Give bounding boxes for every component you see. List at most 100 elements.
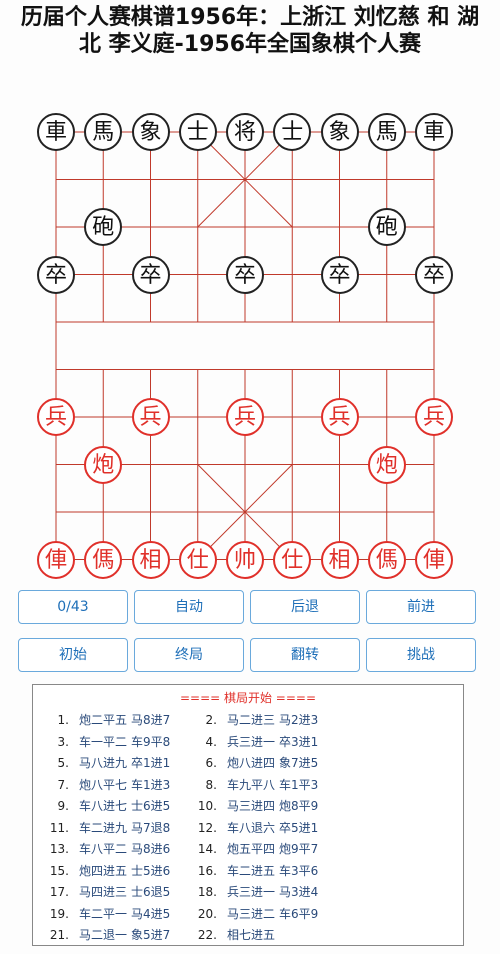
black-move[interactable]: 卒5进1	[279, 821, 318, 835]
move-entry[interactable]: 1. 炮二平五 马8进7	[47, 711, 171, 728]
flip-button[interactable]: 翻转	[250, 638, 360, 672]
red-piece[interactable]: 相	[131, 540, 170, 579]
black-move[interactable]: 士5进6	[131, 864, 170, 878]
black-move[interactable]: 车1平3	[279, 778, 318, 792]
black-piece[interactable]: 砲	[367, 208, 406, 246]
black-move[interactable]: 卒3进1	[279, 735, 318, 749]
black-move[interactable]: 车1进3	[131, 778, 170, 792]
move-entry[interactable]: 10. 马三进四 炮8平9	[195, 797, 318, 814]
red-piece[interactable]: 仕	[273, 540, 312, 579]
black-move[interactable]: 士6退5	[131, 885, 170, 899]
red-move[interactable]: 相七进五	[227, 926, 279, 943]
back-button[interactable]: 后退	[250, 590, 360, 624]
red-move[interactable]: 车九平八	[227, 776, 279, 793]
red-piece[interactable]: 相	[320, 540, 359, 579]
red-piece[interactable]: 兵	[226, 398, 264, 436]
forward-button[interactable]: 前进	[366, 590, 476, 624]
red-piece[interactable]: 兵	[415, 398, 453, 436]
move-entry[interactable]: 20. 马三进二 车6平9	[195, 905, 318, 922]
black-piece[interactable]: 士	[273, 113, 312, 151]
black-piece[interactable]: 卒	[226, 255, 264, 294]
red-piece[interactable]: 俥	[37, 540, 75, 579]
red-piece[interactable]: 仕	[178, 540, 217, 579]
red-move[interactable]: 炮八进四	[227, 754, 279, 771]
red-move[interactable]: 炮五平四	[227, 840, 279, 857]
end-button[interactable]: 终局	[134, 638, 244, 672]
black-piece[interactable]: 馬	[84, 113, 123, 151]
black-piece[interactable]: 象	[320, 113, 359, 151]
black-move[interactable]: 象7进5	[279, 756, 318, 770]
move-entry[interactable]: 8. 车九平八 车1平3	[195, 776, 319, 793]
move-entry[interactable]: 22. 相七进五	[195, 926, 279, 943]
red-move[interactable]: 炮八平七	[79, 776, 131, 793]
red-move[interactable]: 马二退一	[79, 926, 131, 943]
black-move[interactable]: 车9平8	[131, 735, 170, 749]
red-move[interactable]: 马八进九	[79, 754, 131, 771]
move-entry[interactable]: 2. 马二进三 马2进3	[195, 711, 319, 728]
black-piece[interactable]: 車	[37, 113, 75, 151]
move-entry[interactable]: 4. 兵三进一 卒3进1	[195, 733, 319, 750]
black-piece[interactable]: 砲	[84, 208, 123, 246]
black-move[interactable]: 马2进3	[279, 713, 318, 727]
move-entry[interactable]: 9. 车八进七 士6进5	[47, 797, 171, 814]
black-move[interactable]: 炮9平7	[279, 842, 318, 856]
red-move[interactable]: 车八退六	[227, 819, 279, 836]
red-move[interactable]: 车二平一	[79, 905, 131, 922]
red-piece[interactable]: 兵	[131, 398, 170, 436]
move-entry[interactable]: 13. 车八平二 马8进6	[47, 840, 170, 857]
red-piece[interactable]: 炮	[84, 445, 123, 484]
red-move[interactable]: 马二进三	[227, 711, 279, 728]
move-entry[interactable]: 17. 马四进三 士6退5	[47, 883, 170, 900]
move-entry[interactable]: 21. 马二退一 象5进7	[47, 926, 170, 943]
move-entry[interactable]: 19. 车二平一 马4进5	[47, 905, 170, 922]
move-entry[interactable]: 7. 炮八平七 车1进3	[47, 776, 171, 793]
move-log[interactable]: ==== 棋局开始 ==== 1. 炮二平五 马8进7 2. 马二进三 马2进3 3. 车一平…	[32, 684, 464, 946]
xiangqi-board[interactable]: 車馬象士将士象馬車砲砲卒卒卒卒卒兵兵兵兵兵炮炮俥傌相仕帅仕相傌俥	[0, 100, 500, 580]
move-entry[interactable]: 15. 炮四进五 士5进6	[47, 862, 170, 879]
red-move[interactable]: 炮四进五	[79, 862, 131, 879]
move-entry[interactable]: 18. 兵三进一 马3进4	[195, 883, 318, 900]
black-move[interactable]: 车6平9	[279, 907, 318, 921]
red-piece[interactable]: 傌	[367, 540, 406, 579]
black-piece[interactable]: 卒	[415, 255, 453, 294]
black-piece[interactable]: 卒	[320, 255, 359, 294]
black-piece[interactable]: 卒	[37, 255, 75, 294]
red-move[interactable]: 车二进九	[79, 819, 131, 836]
black-move[interactable]: 马4进5	[131, 907, 170, 921]
black-move[interactable]: 车3平6	[279, 864, 318, 878]
red-move[interactable]: 炮二平五	[79, 711, 131, 728]
red-move[interactable]: 兵三进一	[227, 883, 279, 900]
black-piece[interactable]: 士	[178, 113, 217, 151]
auto-play-button[interactable]: 自动	[134, 590, 244, 624]
black-move[interactable]: 马7退8	[131, 821, 170, 835]
red-piece[interactable]: 俥	[415, 540, 453, 579]
red-piece[interactable]: 帅	[226, 540, 264, 579]
black-move[interactable]: 炮8平9	[279, 799, 318, 813]
black-move[interactable]: 马8进7	[131, 713, 170, 727]
red-move[interactable]: 马三进四	[227, 797, 279, 814]
black-piece[interactable]: 車	[415, 113, 453, 151]
black-piece[interactable]: 将	[226, 113, 264, 151]
move-counter-button[interactable]: 0/43	[18, 590, 128, 624]
move-entry[interactable]: 16. 车二进五 车3平6	[195, 862, 318, 879]
move-entry[interactable]: 14. 炮五平四 炮9平7	[195, 840, 318, 857]
black-piece[interactable]: 象	[131, 113, 170, 151]
move-entry[interactable]: 3. 车一平二 车9平8	[47, 733, 171, 750]
start-button[interactable]: 初始	[18, 638, 128, 672]
move-entry[interactable]: 6. 炮八进四 象7进5	[195, 754, 319, 771]
move-entry[interactable]: 11. 车二进九 马7退8	[47, 819, 170, 836]
red-move[interactable]: 马四进三	[79, 883, 131, 900]
red-piece[interactable]: 炮	[367, 445, 406, 484]
red-move[interactable]: 兵三进一	[227, 733, 279, 750]
red-piece[interactable]: 傌	[84, 540, 123, 579]
black-piece[interactable]: 卒	[131, 255, 170, 294]
red-move[interactable]: 马三进二	[227, 905, 279, 922]
red-move[interactable]: 车八平二	[79, 840, 131, 857]
red-piece[interactable]: 兵	[37, 398, 75, 436]
red-move[interactable]: 车二进五	[227, 862, 279, 879]
move-entry[interactable]: 5. 马八进九 卒1进1	[47, 754, 171, 771]
black-move[interactable]: 象5进7	[131, 928, 170, 942]
black-piece[interactable]: 馬	[367, 113, 406, 151]
red-move[interactable]: 车一平二	[79, 733, 131, 750]
red-move[interactable]: 车八进七	[79, 797, 131, 814]
